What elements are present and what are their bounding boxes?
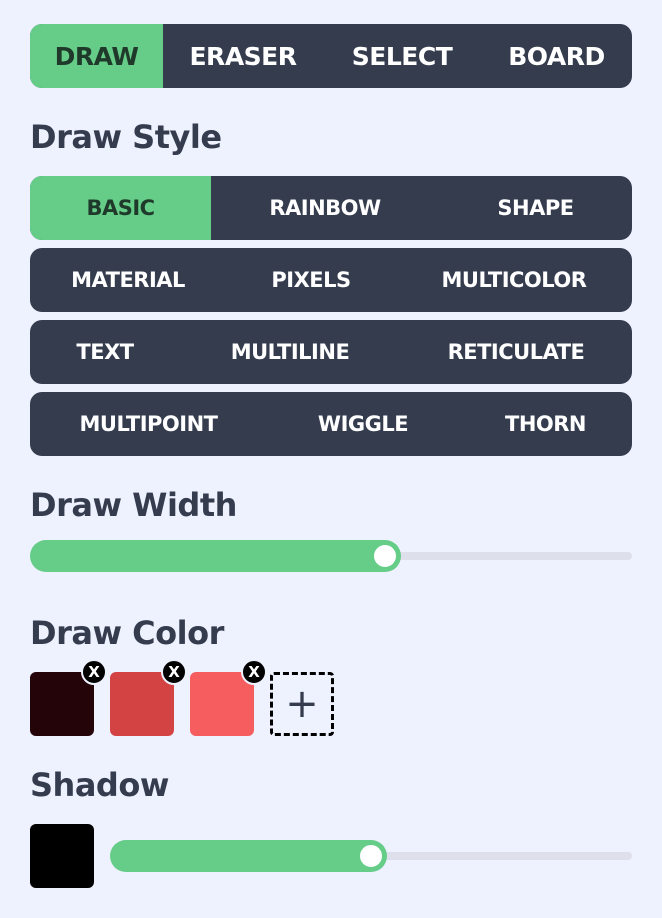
style-text-button[interactable]: TEXT <box>30 320 180 384</box>
style-multipoint-button[interactable]: MULTIPOINT <box>30 392 267 456</box>
color-swatch-3[interactable]: X <box>190 659 267 736</box>
tab-board[interactable]: BOARD <box>481 24 632 88</box>
draw-width-heading: Draw Width <box>30 486 237 524</box>
color-swatch-1[interactable]: X <box>30 659 107 736</box>
close-icon[interactable]: X <box>81 659 107 685</box>
style-row-1: BASIC RAINBOW SHAPE <box>30 176 632 240</box>
tab-eraser[interactable]: ERASER <box>163 24 323 88</box>
shadow-heading: Shadow <box>30 766 169 804</box>
draw-width-fill <box>30 540 402 572</box>
style-thorn-button[interactable]: THORN <box>459 392 632 456</box>
style-wiggle-button[interactable]: WIGGLE <box>267 392 459 456</box>
style-row-2: MATERIAL PIXELS MULTICOLOR <box>30 248 632 312</box>
style-row-4: MULTIPOINT WIGGLE THORN <box>30 392 632 456</box>
add-color-button[interactable]: + <box>270 672 334 736</box>
style-multiline-button[interactable]: MULTILINE <box>180 320 400 384</box>
shadow-fill <box>110 840 387 872</box>
style-reticulate-button[interactable]: RETICULATE <box>400 320 632 384</box>
tab-select[interactable]: SELECT <box>323 24 481 88</box>
style-shape-button[interactable]: SHAPE <box>439 176 632 240</box>
tab-draw[interactable]: DRAW <box>30 24 163 88</box>
draw-width-handle[interactable] <box>370 541 401 571</box>
close-icon[interactable]: X <box>241 659 267 685</box>
style-basic-button[interactable]: BASIC <box>30 176 211 240</box>
close-icon[interactable]: X <box>161 659 187 685</box>
draw-color-heading: Draw Color <box>30 614 224 652</box>
tool-tabs: DRAW ERASER SELECT BOARD <box>30 24 632 88</box>
shadow-handle[interactable] <box>356 841 386 871</box>
draw-style-heading: Draw Style <box>30 118 222 156</box>
style-multicolor-button[interactable]: MULTICOLOR <box>396 248 632 312</box>
color-swatch-2[interactable]: X <box>110 659 187 736</box>
style-rainbow-button[interactable]: RAINBOW <box>211 176 439 240</box>
style-material-button[interactable]: MATERIAL <box>30 248 226 312</box>
plus-icon: + <box>285 681 319 727</box>
style-row-3: TEXT MULTILINE RETICULATE <box>30 320 632 384</box>
shadow-color-swatch[interactable] <box>30 824 94 888</box>
style-pixels-button[interactable]: PIXELS <box>226 248 396 312</box>
